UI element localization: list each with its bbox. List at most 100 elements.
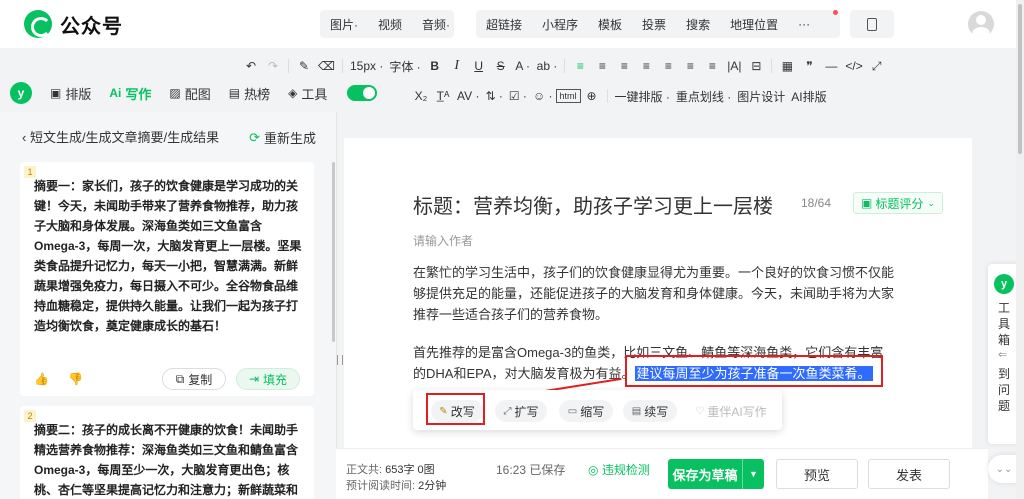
redo-icon[interactable]: ↷ (262, 55, 284, 77)
underline-button[interactable]: U (468, 55, 490, 77)
fullscreen-icon[interactable]: ⤢ (866, 55, 888, 77)
table-icon[interactable]: ▦ (776, 55, 798, 77)
align-left-icon[interactable]: ≡ (569, 55, 591, 77)
preview-button[interactable]: 预览 (776, 459, 858, 489)
chevron-down-icon[interactable]: ▼ (742, 459, 764, 489)
plugin-toggle[interactable] (347, 85, 378, 101)
feedback-label[interactable]: 到 问 题 (997, 366, 1011, 414)
thumbs-down-icon[interactable]: 👎 (68, 372, 83, 386)
subscript-icon[interactable]: X₂ (410, 85, 432, 107)
line-height-icon[interactable]: ≡ (657, 55, 679, 77)
tab-tools[interactable]: ◈ 工具 (288, 84, 327, 103)
thumbs-up-icon[interactable]: 👍 (34, 372, 49, 386)
highlight-line-button[interactable]: 重点划线 · (673, 85, 734, 107)
insert-link-button[interactable]: 超链接 (476, 16, 532, 33)
tab-images[interactable]: ▨ 配图 (169, 84, 210, 103)
insert-miniprogram-button[interactable]: 小程序 (532, 16, 588, 33)
divider-line-icon[interactable]: — (820, 55, 842, 77)
insert-image-button[interactable]: 图片· (320, 16, 368, 33)
app-logo[interactable]: 公众号 (24, 10, 123, 39)
expand-button[interactable]: ⤢ 扩写 (495, 400, 547, 422)
summary-card: 1 摘要一：家长们，孩子的饮食健康是学习成功的关键！今天，未闻助手带来了营养食物… (20, 162, 314, 396)
quote-icon[interactable]: ❞ (798, 55, 820, 77)
publish-button[interactable]: 发表 (868, 459, 950, 489)
ai-layout-button[interactable]: AI排版 (788, 85, 829, 107)
clear-format-icon[interactable]: ⌫ (315, 55, 338, 77)
card-actions: 👍 👎 ⧉ 复制 ⇥ 填充 (20, 362, 314, 396)
tab-layout[interactable]: ▣ 排版 (50, 84, 91, 103)
page-scrollbar[interactable] (1016, 0, 1024, 499)
align-center-icon[interactable]: ≡ (591, 55, 613, 77)
resize-handle-icon[interactable] (337, 355, 343, 365)
align-right-icon[interactable]: ≡ (613, 55, 635, 77)
avatar[interactable] (968, 11, 994, 37)
insert-audio-button[interactable]: 音频· (412, 16, 460, 33)
tool-tabs: y ▣ 排版 Ai 写作 ▨ 配图 ▤ 热榜 ◈ 工具 (0, 78, 378, 108)
panel-scrollbar[interactable] (332, 162, 335, 342)
title-score-button[interactable]: ▣ 标题评分 ⌄ (853, 192, 943, 214)
emoji-icon[interactable]: ☺ · (530, 85, 556, 107)
insert-widgets-group: 超链接 小程序 模板 投票 搜索 地理位置 ··· (476, 10, 840, 38)
insert-location-button[interactable]: 地理位置 (720, 16, 788, 33)
toolbox-icon[interactable]: ⊕ (581, 85, 603, 107)
strikethrough-button[interactable]: S (490, 55, 512, 77)
read-time-value: 2分钟 (418, 480, 447, 492)
vertical-spacing-select[interactable]: ⇅ · (482, 85, 505, 107)
tab-label: 写作 (125, 86, 152, 102)
tab-label: 排版 (65, 86, 92, 102)
copy-icon: ⧉ (175, 371, 185, 386)
title-char-count: 18/64 (801, 196, 832, 210)
bg-color-button[interactable]: ab · (534, 55, 561, 77)
italic-button[interactable]: I (446, 55, 468, 77)
shorten-button[interactable]: ▭ 缩写 (559, 400, 613, 422)
checkbox-icon[interactable]: ☑ · (506, 85, 530, 107)
image-design-button[interactable]: 图片设计 (734, 85, 788, 107)
indent-icon[interactable]: ≡ (701, 55, 723, 77)
divider (564, 59, 566, 73)
font-family-select[interactable]: 字体 · (386, 55, 423, 77)
body-paragraph[interactable]: 在繁忙的学习生活中，孩子们的饮食健康显得尤为重要。一个良好的饮食习惯不仅能够提供… (413, 262, 900, 325)
paragraph-spacing-icon[interactable]: ≡ (679, 55, 701, 77)
insert-template-button[interactable]: 模板 (588, 16, 632, 33)
violation-check-link[interactable]: ◎ 违规检测 (588, 461, 650, 478)
align-justify-icon[interactable]: ≡ (635, 55, 657, 77)
insert-video-button[interactable]: 视频 (368, 16, 412, 33)
insert-vote-button[interactable]: 投票 (632, 16, 676, 33)
copy-label: 复制 (188, 372, 213, 387)
title-input[interactable]: 标题：营养均衡，助孩子学习更上一层楼 (413, 190, 773, 219)
tab-trending[interactable]: ▤ 热榜 (229, 84, 270, 103)
list-icon[interactable]: ⊟ (745, 55, 767, 77)
document-icon[interactable] (850, 10, 894, 38)
panel-divider (336, 112, 337, 499)
plugin-logo-icon: y (10, 82, 32, 104)
undo-icon[interactable]: ↶ (240, 55, 262, 77)
article-editor[interactable]: 标题：营养均衡，助孩子学习更上一层楼 18/64 ▣ 标题评分 ⌄ 请输入作者 … (344, 138, 972, 499)
ai-companion-button[interactable]: ♡ 重伴AI写作 (687, 400, 775, 422)
letter-spacing-icon[interactable]: |A| (723, 55, 745, 77)
insert-search-button[interactable]: 搜索 (676, 16, 720, 33)
tab-writing[interactable]: Ai 写作 (109, 84, 151, 103)
more-button[interactable]: ··· (788, 17, 820, 31)
collapse-arrow-icon[interactable]: ⇐ (998, 348, 1007, 361)
format-brush-icon[interactable]: ✎ (293, 55, 315, 77)
code-icon[interactable]: </> (842, 55, 865, 77)
summary-card: 2 摘要二：孩子的成长离不开健康的饮食！未闻助手精选营养食物推荐：深海鱼类如三文… (20, 406, 314, 499)
font-color-button[interactable]: A · (512, 55, 534, 77)
font-size-select[interactable]: 15px · (347, 55, 386, 77)
bold-button[interactable]: B (424, 55, 446, 77)
copy-button[interactable]: ⧉ 复制 (162, 368, 226, 390)
violation-check-label: 违规检测 (601, 463, 650, 477)
bottom-bar: 正文共: 653字 0图 预计阅读时间: 2分钟 16:23 已保存 ◎ 违规检… (336, 448, 988, 499)
char-spacing-select[interactable]: AV · (454, 85, 482, 107)
one-click-layout-button[interactable]: 一键排版 · (612, 85, 673, 107)
fill-button[interactable]: ⇥ 填充 (236, 368, 300, 390)
continue-button[interactable]: ▤ 续写 (623, 400, 677, 422)
format-toolbar-row2: X₂ T̲ᴬ AV · ⇅ · ☑ · ☺ · html ⊕ 一键排版 · 重点… (410, 83, 830, 109)
save-draft-button[interactable]: 保存为草稿 ▼ (668, 459, 764, 489)
breadcrumb[interactable]: ‹ 短文生成/生成文章摘要/生成结果 (22, 127, 219, 146)
regenerate-button[interactable]: ⟳ 重新生成 (249, 128, 316, 147)
html-icon[interactable]: html (555, 89, 581, 103)
tab-label: 配图 (184, 86, 211, 102)
author-input[interactable]: 请输入作者 (413, 232, 473, 249)
text-style-icon[interactable]: T̲ᴬ (432, 85, 454, 107)
